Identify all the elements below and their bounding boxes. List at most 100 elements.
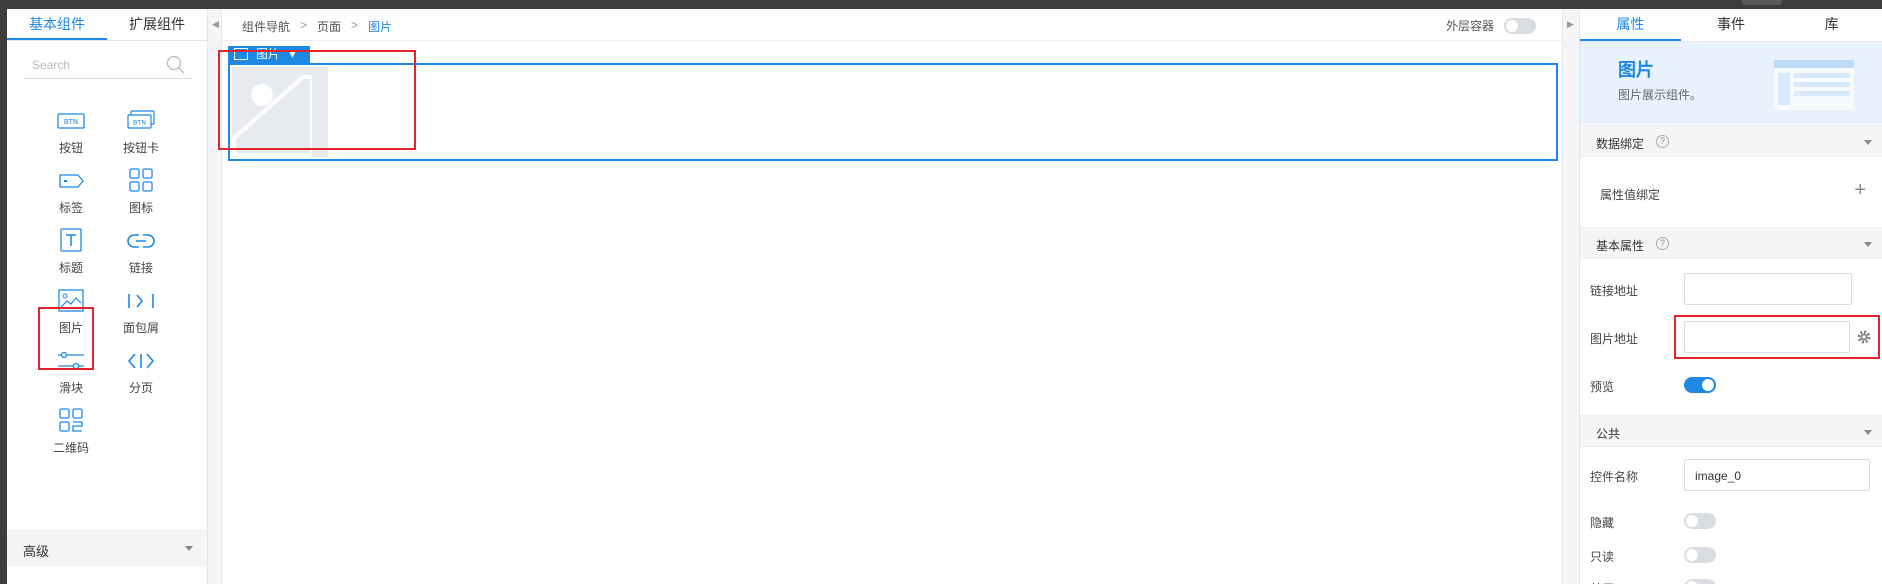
preview-label: 预览 [1590,380,1615,394]
hidden-toggle[interactable] [1684,513,1716,529]
pagination-icon [127,353,155,369]
component-breadcrumb[interactable]: 面包屑 [106,287,176,347]
tab-extended-components[interactable]: 扩展组件 [107,9,207,40]
row-link-address: 链接地址 [1580,273,1882,305]
chevron-right-icon: ▶ [1567,19,1574,29]
component-label: 二维码 [52,441,89,455]
breadcrumb: 组件导航 > 页面 > 图片 [242,18,392,35]
control-name-input[interactable]: image_0 [1684,459,1870,491]
image-address-label: 图片地址 [1590,332,1639,346]
chevron-down-icon [1864,140,1872,145]
component-label: 按钮卡 [122,141,159,155]
preview-toggle[interactable] [1684,377,1716,393]
component-pagination[interactable]: 分页 [106,347,176,407]
row-disabled: 禁用 [1580,571,1882,584]
component-qrcode[interactable]: 二维码 [36,407,106,467]
property-binding-label: 属性值绑定 [1600,188,1661,202]
tab-basic-components[interactable]: 基本组件 [7,9,107,40]
top-bar-button[interactable] [1742,0,1782,5]
breadcrumb-current: 图片 [368,20,393,34]
link-address-label: 链接地址 [1590,284,1639,298]
svg-text:BTN: BTN [133,119,146,127]
row-hidden: 隐藏 [1580,505,1882,537]
highlight-image-address [1674,315,1880,359]
component-label: 面包屑 [122,321,159,335]
tab-library[interactable]: 库 [1781,9,1882,41]
search-icon[interactable] [166,55,186,75]
property-tabs: 属性 事件 库 [1580,9,1882,42]
component-tag[interactable]: 标签 [36,167,106,227]
left-edge-strip [0,9,7,584]
component-label: 按钮 [58,141,83,155]
help-icon[interactable]: ? [1656,237,1669,250]
design-area: 组件导航 > 页面 > 图片 外层容器 图片 ▾ [218,9,1562,584]
chevron-down-icon [185,546,193,551]
qrcode-icon [59,408,83,432]
hidden-label: 隐藏 [1590,516,1615,530]
link-icon [127,234,155,248]
group-data-binding[interactable]: 数据绑定 ? [1580,125,1882,157]
tab-events[interactable]: 事件 [1681,9,1782,41]
advanced-section[interactable]: 高级 [7,530,207,566]
component-label: 标签 [58,201,83,215]
component-title[interactable]: 标题 [36,227,106,287]
row-control-name: 控件名称 image_0 [1580,459,1882,491]
component-tabs: 基本组件 扩展组件 [7,9,207,41]
row-readonly: 只读 [1580,539,1882,571]
outer-container-toggle-group: 外层容器 [1446,17,1536,34]
chevron-down-icon [1864,242,1872,247]
highlight-canvas-image [218,50,416,150]
top-bar [0,0,1882,9]
button-card-icon: BTN [127,110,155,129]
group-title: 公共 [1596,427,1621,441]
help-icon[interactable]: ? [1656,135,1669,148]
tag-icon [59,174,84,188]
group-common[interactable]: 公共 [1580,415,1882,447]
outer-container-label: 外层容器 [1445,19,1494,33]
search-input[interactable]: Search [32,58,70,72]
title-icon [60,228,82,252]
component-title: 图片 [1618,60,1654,80]
component-icon[interactable]: 图标 [106,167,176,227]
readonly-toggle[interactable] [1684,547,1716,563]
tab-properties[interactable]: 属性 [1580,9,1681,41]
group-basic-properties[interactable]: 基本属性 ? [1580,227,1882,259]
right-panel-collapse[interactable]: ▶ [1562,9,1580,584]
icon-grid-icon [129,168,153,192]
disabled-label: 禁用 [1590,580,1614,584]
chevron-left-icon: ◀ [212,19,219,29]
group-title: 数据绑定 [1596,137,1645,151]
component-button-card[interactable]: BTN 按钮卡 [106,107,176,167]
component-link[interactable]: 链接 [106,227,176,287]
image-component-frame[interactable] [228,63,1558,161]
canvas[interactable]: 图片 ▾ [218,42,1562,584]
breadcrumb-item[interactable]: 页面 [317,18,341,35]
component-label: 滑块 [58,381,83,395]
button-icon: BTN [57,113,85,129]
breadcrumb-bar: 组件导航 > 页面 > 图片 外层容器 [222,9,1562,41]
layout-illustration-icon [1774,60,1854,110]
chevron-right-icon: > [351,18,359,32]
breadcrumb-item[interactable]: 组件导航 [242,18,290,35]
outer-container-switch[interactable] [1504,17,1536,34]
row-property-binding: 属性值绑定 + [1580,177,1882,209]
add-binding-icon[interactable]: + [1854,179,1866,202]
chevron-right-icon: > [300,18,308,32]
advanced-section-title: 高级 [23,544,50,559]
highlight-image-component [38,307,94,370]
control-name-label: 控件名称 [1590,470,1639,484]
component-button[interactable]: BTN 按钮 [36,107,106,167]
link-address-input[interactable] [1684,273,1852,305]
component-search[interactable]: Search [24,53,192,79]
group-title: 基本属性 [1596,239,1645,253]
component-panel: 基本组件 扩展组件 Search BTN 按钮 BTN 按钮卡 标签 图标 标题… [7,9,208,584]
breadcrumb-icon [128,294,154,308]
disabled-toggle[interactable] [1684,579,1716,584]
component-label: 标题 [58,261,83,275]
chevron-down-icon [1864,430,1872,435]
property-panel: 属性 事件 库 图片 图片展示组件。 数据绑定 ? 属性值绑定 + 基本属性 ?… [1580,9,1882,584]
svg-text:BTN: BTN [64,118,78,126]
row-preview: 预览 [1580,369,1882,401]
component-label: 链接 [128,261,153,275]
component-hero: 图片 图片展示组件。 [1580,42,1882,124]
